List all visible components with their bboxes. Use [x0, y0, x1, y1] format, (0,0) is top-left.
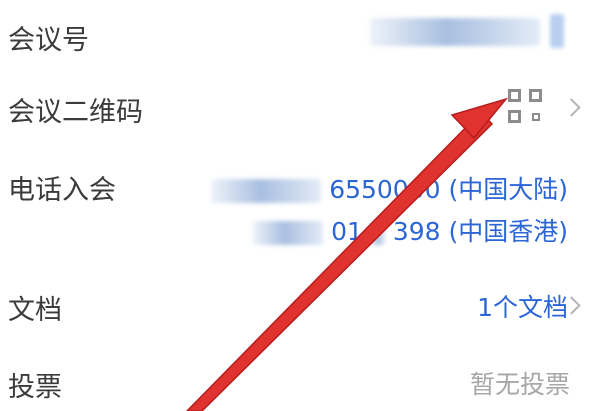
annotation-arrow [185, 97, 509, 411]
arrow-head [450, 97, 509, 140]
arrow-shaft [185, 110, 494, 411]
